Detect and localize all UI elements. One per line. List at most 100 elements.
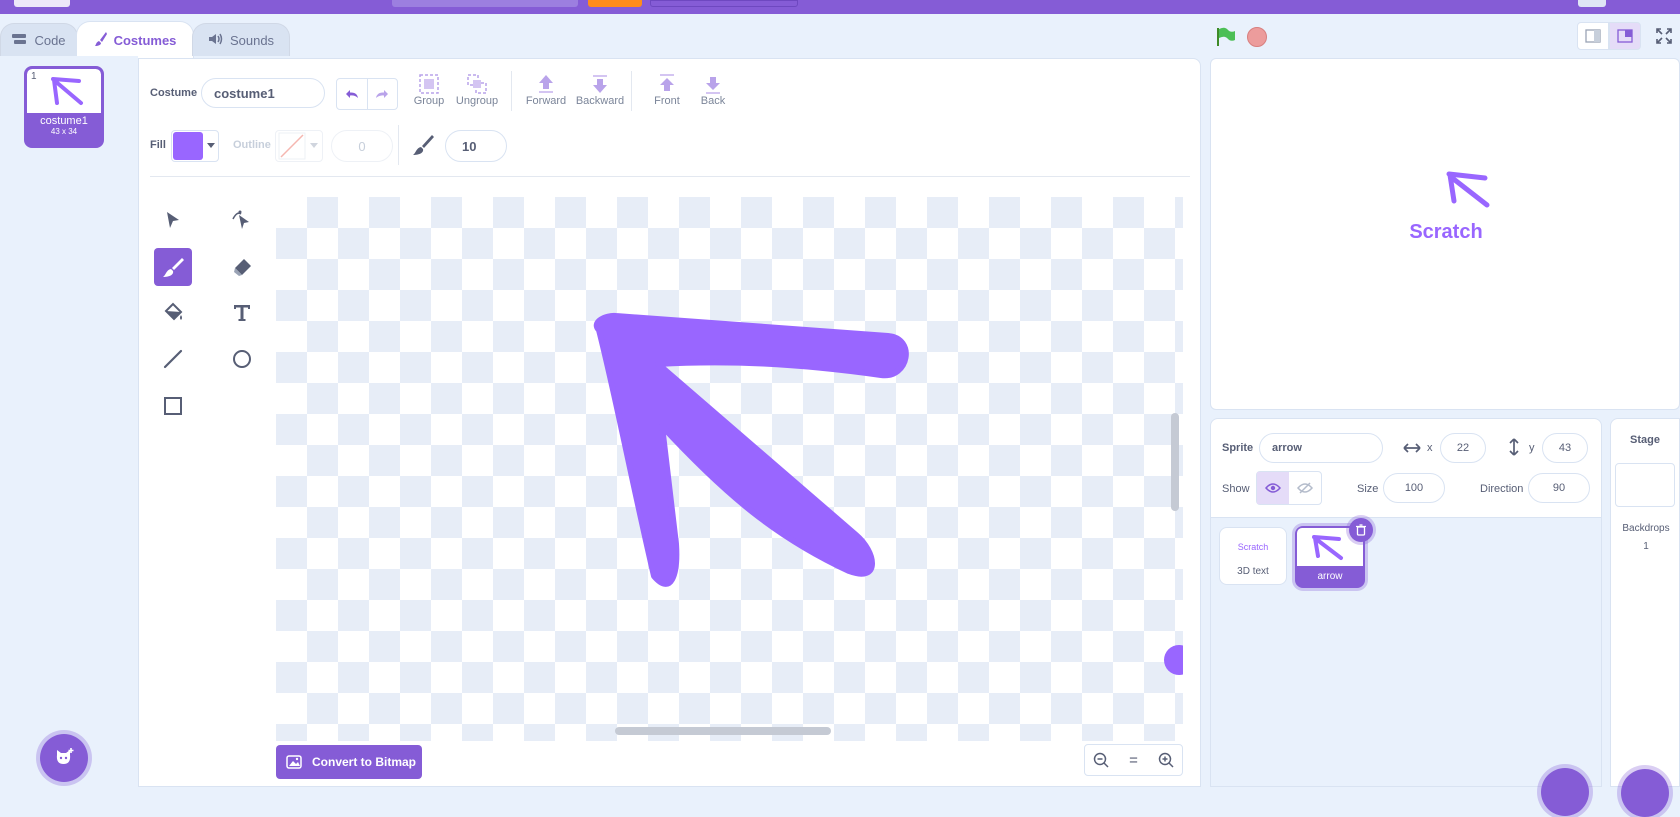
backward-label: Backward <box>575 95 625 107</box>
ungroup-label: Ungroup <box>455 95 499 107</box>
stage-scratch-text: Scratch <box>1409 221 1483 243</box>
y-label: y <box>1529 442 1535 454</box>
forward-button[interactable]: Forward <box>524 73 568 107</box>
back-label: Back <box>700 95 726 107</box>
fullscreen-button[interactable] <box>1650 22 1678 50</box>
hide-sprite-button[interactable] <box>1289 472 1321 504</box>
costume-number: 1 <box>31 71 37 82</box>
brush-icon <box>94 31 108 50</box>
eye-icon <box>1265 483 1281 493</box>
no-color-icon <box>278 132 306 160</box>
zoom-out-button[interactable] <box>1085 745 1117 775</box>
tab-costumes[interactable]: Costumes <box>76 21 194 58</box>
back-button[interactable]: Back <box>691 73 735 107</box>
tab-code-label: Code <box>34 32 66 48</box>
y-input[interactable]: 43 <box>1542 433 1588 463</box>
convert-to-bitmap-button[interactable]: Convert to Bitmap <box>276 745 422 779</box>
choose-costume-button[interactable] <box>40 734 88 782</box>
line-tool[interactable] <box>154 340 192 378</box>
reshape-tool[interactable] <box>223 201 261 239</box>
fill-swatch <box>173 132 203 160</box>
fill-label: Fill <box>150 139 166 151</box>
scratch-logo[interactable] <box>14 0 70 7</box>
choose-backdrop-button[interactable] <box>1621 769 1669 817</box>
drawing-canvas[interactable] <box>276 197 1183 741</box>
project-title-input[interactable] <box>392 0 578 7</box>
group-button[interactable]: Group <box>409 73 449 107</box>
select-tool[interactable] <box>154 201 192 239</box>
large-stage-button[interactable] <box>1609 22 1641 50</box>
brush-icon <box>163 258 184 277</box>
undo-button[interactable] <box>337 79 368 109</box>
front-label: Front <box>654 95 680 107</box>
zoom-out-icon <box>1093 752 1109 768</box>
zoom-reset-button[interactable]: = <box>1117 745 1149 775</box>
cat-plus-icon <box>56 748 74 764</box>
chevron-down-icon <box>207 143 215 148</box>
circle-tool[interactable] <box>223 340 261 378</box>
fill-color-picker[interactable] <box>171 130 219 162</box>
ungroup-button[interactable]: Ungroup <box>455 73 499 107</box>
sprite-name-input[interactable]: arrow <box>1259 433 1383 463</box>
x-input[interactable]: 22 <box>1440 433 1486 463</box>
eraser-tool[interactable] <box>223 248 261 286</box>
direction-label: Direction <box>1480 483 1524 495</box>
vertical-arrows-icon <box>1509 438 1519 456</box>
eraser-icon <box>234 259 251 276</box>
redo-button[interactable] <box>368 79 398 109</box>
menu-bar <box>0 0 1680 14</box>
group-label: Group <box>413 95 445 107</box>
stop-icon[interactable] <box>1247 27 1267 47</box>
x-label: x <box>1427 442 1433 454</box>
costume-name: costume1 <box>40 115 88 127</box>
sprite-info-panel: Sprite arrow x 22 y 43 Show Size 100 Dir… <box>1210 418 1602 518</box>
costume-size: 43 x 34 <box>50 127 78 136</box>
trash-icon <box>1356 524 1366 536</box>
see-project-page-button[interactable] <box>650 0 798 7</box>
horizontal-arrows-icon <box>1403 443 1421 453</box>
sprite-name: 3D text <box>1237 566 1269 577</box>
tab-sounds[interactable]: Sounds <box>192 23 290 56</box>
choose-sprite-button[interactable] <box>1541 768 1589 816</box>
vertical-scrollbar[interactable] <box>1171 413 1179 511</box>
undo-icon <box>345 90 358 98</box>
text-icon <box>234 305 250 321</box>
show-sprite-button[interactable] <box>1257 472 1289 504</box>
costume-list: 1 costume1 43 x 34 <box>0 56 138 787</box>
costume-name-input[interactable]: costume1 <box>201 78 325 108</box>
paint-editor: Costume costume1 Group Ungroup Forward B… <box>138 58 1201 787</box>
rectangle-tool[interactable] <box>154 387 192 425</box>
redo-icon <box>376 90 389 98</box>
code-icon <box>12 33 28 48</box>
tab-code[interactable]: Code <box>0 23 78 56</box>
direction-input[interactable]: 90 <box>1528 473 1590 503</box>
small-stage-button[interactable] <box>1577 22 1609 50</box>
stage-canvas[interactable]: Scratch <box>1210 58 1680 410</box>
delete-sprite-button[interactable] <box>1349 518 1373 542</box>
backward-icon <box>593 75 607 93</box>
brush-tool[interactable] <box>154 248 192 286</box>
text-tool[interactable] <box>223 294 261 332</box>
image-icon <box>286 755 302 769</box>
stage-selector[interactable]: Stage Backdrops 1 <box>1610 418 1680 817</box>
sprite-tile[interactable]: Scratch 3D text <box>1219 527 1287 585</box>
outline-color-picker[interactable] <box>275 130 323 162</box>
horizontal-scrollbar[interactable] <box>615 727 831 735</box>
brush-size-icon <box>413 135 434 155</box>
account-avatar[interactable] <box>1578 0 1606 7</box>
fill-tool[interactable] <box>154 294 192 332</box>
arrow-drawing <box>593 312 909 587</box>
outline-width-input[interactable]: 0 <box>331 130 393 162</box>
brush-size-input[interactable]: 10 <box>445 130 507 162</box>
share-button[interactable] <box>588 0 642 7</box>
backward-button[interactable]: Backward <box>573 73 627 107</box>
front-button[interactable]: Front <box>645 73 689 107</box>
zoom-in-button[interactable] <box>1150 745 1182 775</box>
sprite-label: Sprite <box>1222 442 1254 454</box>
speaker-icon <box>208 33 224 48</box>
size-input[interactable]: 100 <box>1383 473 1445 503</box>
green-flag-icon[interactable] <box>1214 26 1236 48</box>
small-stage-icon <box>1585 29 1601 43</box>
costume-item[interactable]: 1 costume1 43 x 34 <box>24 66 104 148</box>
stage-title: Stage <box>1630 434 1660 446</box>
